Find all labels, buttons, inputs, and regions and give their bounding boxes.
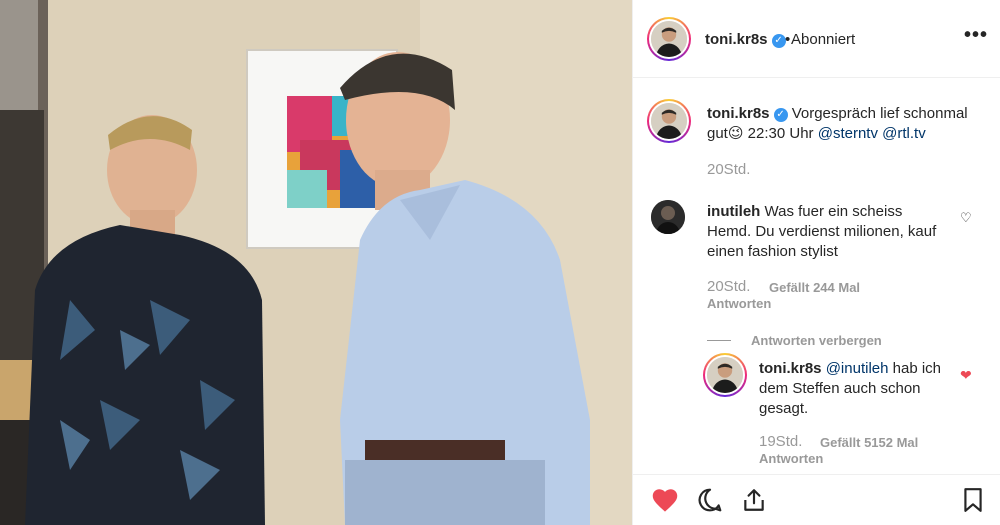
more-options-icon[interactable]: •••	[964, 24, 988, 47]
reply-username[interactable]: toni.kr8s	[759, 360, 822, 377]
author-username[interactable]: toni.kr8s ✓	[705, 31, 786, 48]
comment-likes[interactable]: Gefällt 244 Mal	[769, 280, 860, 295]
avatar-image	[651, 103, 687, 139]
reply-timestamp: 19Std.	[759, 433, 803, 450]
post-photo[interactable]	[0, 0, 632, 525]
wink-emoji-icon: 😉	[727, 125, 744, 142]
bookmark-icon[interactable]	[961, 487, 985, 518]
like-comment-icon[interactable]: ♡	[960, 210, 972, 226]
comment-timestamp: 20Std.	[707, 278, 751, 295]
share-icon[interactable]	[741, 487, 767, 518]
reply-mention[interactable]: @inutileh	[826, 360, 889, 377]
follow-status-button[interactable]: Abonniert	[791, 31, 855, 48]
mention-sterntv[interactable]: @sterntv	[818, 125, 878, 142]
action-bar	[633, 474, 1000, 525]
reply-button[interactable]: Antworten	[707, 296, 771, 311]
reply-avatar[interactable]	[703, 353, 747, 397]
reply-reply-button[interactable]: Antworten	[759, 451, 823, 466]
heart-filled-icon[interactable]	[651, 487, 679, 518]
post-caption: toni.kr8s ✓ Vorgespräch lief schonmal gut…	[707, 104, 987, 144]
commenter-avatar[interactable]	[651, 200, 685, 234]
reply-likes[interactable]: Gefällt 5152 Mal	[820, 435, 918, 450]
verified-badge-icon: ✓	[771, 34, 786, 48]
mention-rtltv[interactable]: @rtl.tv	[882, 125, 926, 142]
caption-username[interactable]: toni.kr8s	[707, 105, 770, 122]
caption-timestamp: 20Std.	[707, 161, 751, 178]
comment-body: inutileh Was fuer ein scheiss Hemd. Du v…	[707, 202, 947, 262]
hide-replies-button[interactable]: Antworten verbergen	[707, 333, 882, 348]
post-side-panel: toni.kr8s ✓ • Abonniert ••• toni.kr8s ✓ Vo…	[632, 0, 1000, 525]
reply-body: toni.kr8s @inutileh hab ich dem Steffen …	[759, 359, 959, 419]
liked-heart-icon[interactable]: ❤	[960, 367, 972, 384]
comment-icon[interactable]	[697, 487, 723, 518]
avatar-image	[707, 357, 743, 393]
author-avatar[interactable]	[647, 17, 691, 61]
post-image	[0, 0, 632, 525]
avatar-image	[651, 21, 687, 57]
caption-avatar[interactable]	[647, 99, 691, 143]
avatar-image	[651, 200, 685, 234]
caption-time-text: 22:30 Uhr	[743, 125, 818, 142]
separator-dot: •	[785, 31, 791, 48]
post-header: toni.kr8s ✓ • Abonniert •••	[633, 0, 1000, 78]
verified-badge-icon: ✓	[773, 108, 788, 122]
comment-username[interactable]: inutileh	[707, 203, 760, 220]
